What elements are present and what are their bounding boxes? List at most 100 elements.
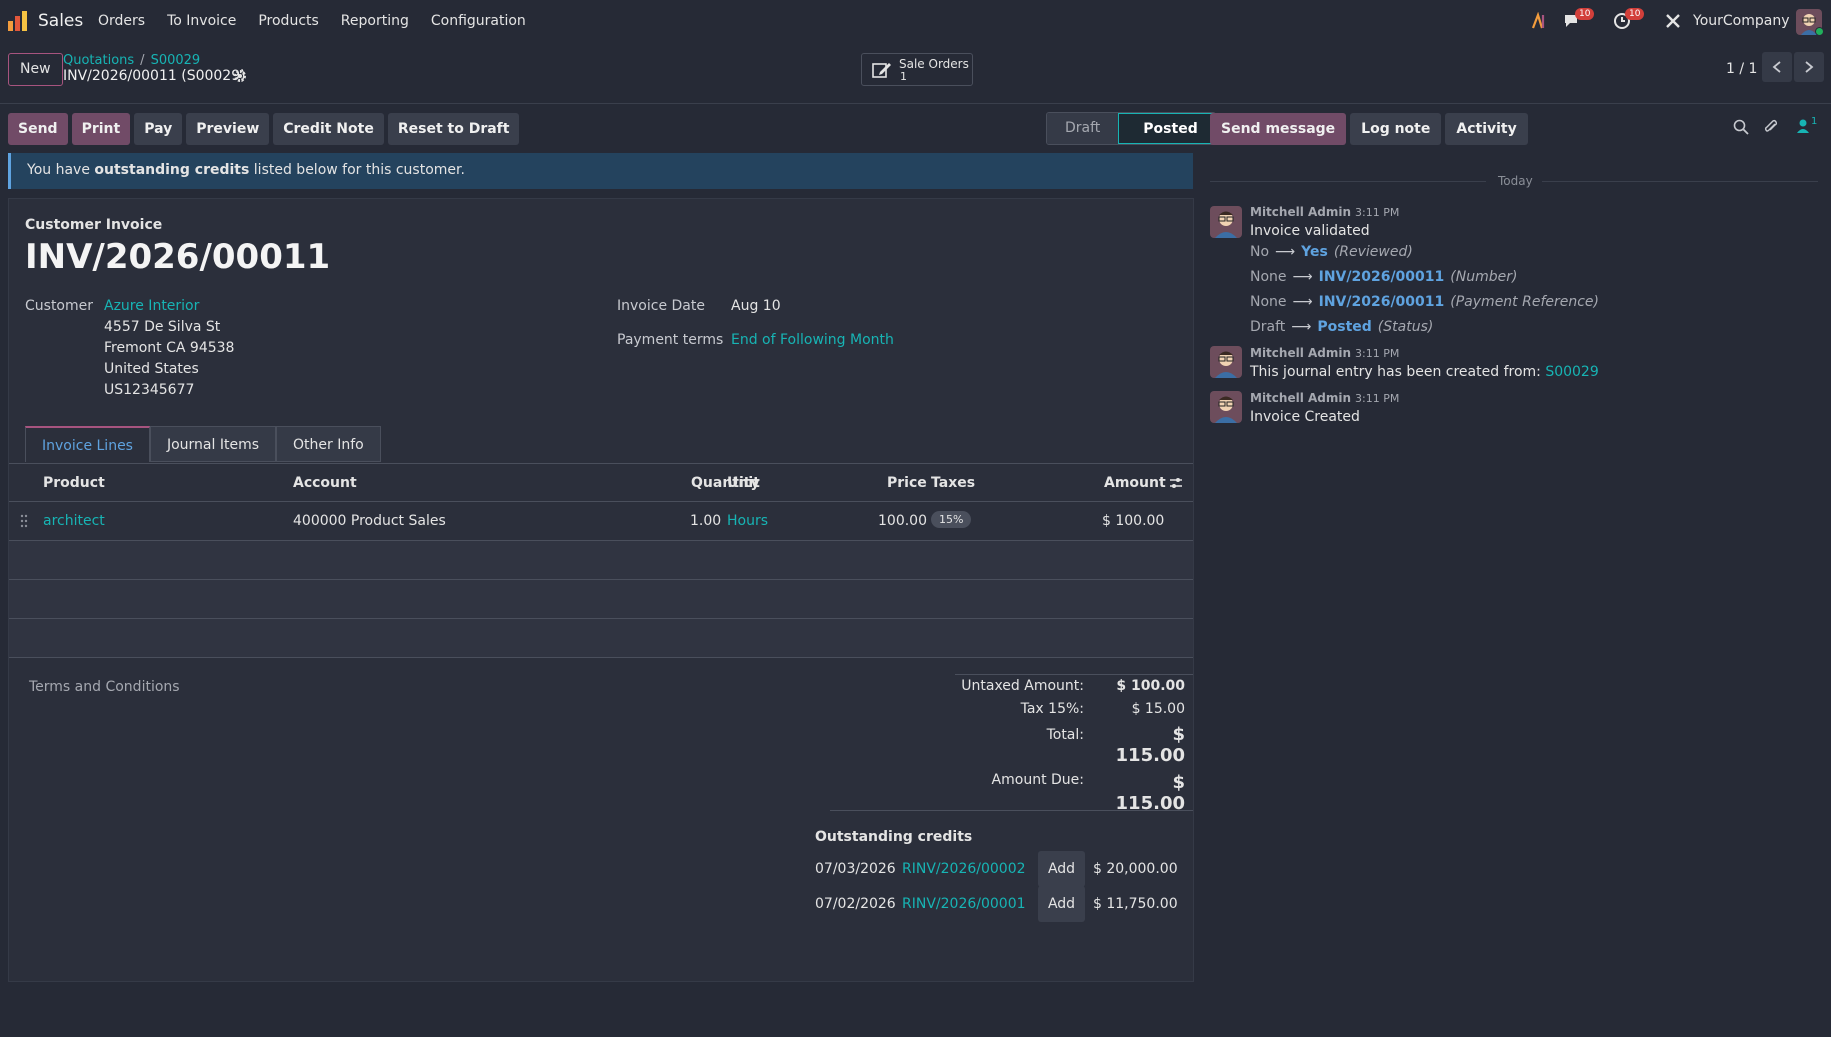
preview-button[interactable]: Preview bbox=[186, 113, 270, 145]
messages-icon[interactable]: 10 bbox=[1563, 8, 1595, 30]
app-name[interactable]: Sales bbox=[38, 11, 83, 31]
menu-products[interactable]: Products bbox=[258, 13, 318, 29]
col-taxes[interactable]: Taxes bbox=[931, 475, 975, 491]
activities-clock-icon[interactable]: 10 bbox=[1613, 8, 1645, 30]
tab-invoice-lines[interactable]: Invoice Lines bbox=[25, 426, 150, 462]
menu-configuration[interactable]: Configuration bbox=[431, 13, 526, 29]
address-line: United States bbox=[104, 361, 199, 377]
menu-reporting[interactable]: Reporting bbox=[341, 13, 409, 29]
drag-handle-icon[interactable] bbox=[20, 514, 28, 528]
tracking-value: None ⟶ INV/2026/00011 (Payment Reference) bbox=[1250, 294, 1600, 310]
document-type: Customer Invoice bbox=[25, 217, 163, 233]
print-button[interactable]: Print bbox=[71, 113, 131, 145]
col-product[interactable]: Product bbox=[43, 475, 105, 491]
breadcrumb-order[interactable]: S00029 bbox=[151, 53, 201, 68]
tab-journal-items[interactable]: Journal Items bbox=[149, 426, 277, 462]
tracking-old: None bbox=[1250, 269, 1287, 285]
menu-orders[interactable]: Orders bbox=[98, 13, 145, 29]
ai-icon[interactable] bbox=[1531, 12, 1549, 30]
send-message-button[interactable]: Send message bbox=[1210, 113, 1347, 145]
col-unit[interactable]: Unit bbox=[727, 475, 760, 491]
pay-button[interactable]: Pay bbox=[134, 113, 183, 145]
totals-divider bbox=[955, 674, 1193, 675]
total-label: Total: bbox=[1046, 727, 1084, 743]
empty-row[interactable] bbox=[9, 541, 1193, 580]
tracking-old: No bbox=[1250, 244, 1270, 260]
pager-value[interactable]: 1 / 1 bbox=[1726, 61, 1757, 77]
new-button[interactable]: New bbox=[8, 53, 63, 86]
tab-other-info[interactable]: Other Info bbox=[276, 426, 381, 462]
payment-terms-value[interactable]: End of Following Month bbox=[731, 332, 894, 348]
line-tax-badge[interactable]: 15% bbox=[931, 511, 972, 528]
messages-count-badge: 10 bbox=[1575, 8, 1595, 20]
tracking-value: None ⟶ INV/2026/00011 (Number) bbox=[1250, 269, 1518, 285]
activity-button[interactable]: Activity bbox=[1445, 113, 1528, 145]
author-name[interactable]: Mitchell Admin bbox=[1250, 391, 1351, 405]
followers-icon[interactable] bbox=[1796, 118, 1810, 134]
outstanding-credits-title: Outstanding credits bbox=[815, 829, 973, 845]
send-button[interactable]: Send bbox=[8, 113, 68, 145]
log-note-button[interactable]: Log note bbox=[1350, 113, 1442, 145]
tracking-field: (Number) bbox=[1450, 269, 1518, 285]
date-separator-label: Today bbox=[1498, 174, 1533, 188]
credit-date: 07/03/2026 bbox=[815, 861, 896, 877]
add-credit-button[interactable]: Add bbox=[1038, 886, 1085, 922]
pager-next-button[interactable] bbox=[1794, 52, 1824, 82]
avatar[interactable] bbox=[1210, 206, 1242, 238]
invoice-date-value[interactable]: Aug 10 bbox=[731, 298, 781, 314]
message-author[interactable]: Mitchell Admin 3:11 PM bbox=[1250, 391, 1399, 405]
search-icon[interactable] bbox=[1733, 119, 1749, 135]
sale-orders-smart-button[interactable]: Sale Orders 1 bbox=[861, 53, 973, 86]
customer-link[interactable]: Azure Interior bbox=[104, 298, 199, 314]
tracking-field: (Status) bbox=[1377, 319, 1434, 335]
gear-icon[interactable] bbox=[233, 69, 247, 83]
avatar[interactable] bbox=[1210, 391, 1242, 423]
credit-reference[interactable]: RINV/2026/00001 bbox=[902, 896, 1026, 912]
table-row[interactable]: architect 400000 Product Sales 1.00 Hour… bbox=[9, 502, 1193, 541]
sales-app-icon[interactable] bbox=[7, 10, 29, 32]
menu-to-invoice[interactable]: To Invoice bbox=[167, 13, 236, 29]
breadcrumb: Quotations / S00029 bbox=[63, 53, 201, 68]
amount-due-label: Amount Due: bbox=[991, 772, 1084, 788]
credit-date: 07/02/2026 bbox=[815, 896, 896, 912]
chevron-right-icon bbox=[1805, 61, 1814, 73]
tracking-new: Yes bbox=[1301, 244, 1328, 260]
main-menu: Orders To Invoice Products Reporting Con… bbox=[98, 13, 548, 29]
message-body: This journal entry has been created from… bbox=[1250, 364, 1599, 380]
author-name[interactable]: Mitchell Admin bbox=[1250, 346, 1351, 360]
reset-to-draft-button[interactable]: Reset to Draft bbox=[387, 113, 520, 145]
col-account[interactable]: Account bbox=[293, 475, 357, 491]
paperclip-icon[interactable] bbox=[1763, 119, 1779, 135]
col-amount[interactable]: Amount bbox=[1104, 475, 1166, 491]
line-amount: $ 100.00 bbox=[1102, 513, 1165, 529]
line-price[interactable]: 100.00 bbox=[878, 513, 927, 529]
avatar[interactable] bbox=[1210, 346, 1242, 378]
optional-columns-toggle-icon[interactable] bbox=[1169, 476, 1183, 490]
line-quantity[interactable]: 1.00 bbox=[690, 513, 721, 529]
alert-text-post: listed below for this customer. bbox=[249, 162, 465, 178]
col-price[interactable]: Price bbox=[887, 475, 927, 491]
debug-tools-icon[interactable] bbox=[1664, 12, 1682, 30]
amount-due-value: $ 115.00 bbox=[1115, 772, 1185, 814]
line-account[interactable]: 400000 Product Sales bbox=[293, 513, 446, 529]
tracking-old: Draft bbox=[1250, 319, 1286, 335]
empty-row[interactable] bbox=[9, 580, 1193, 619]
company-switcher[interactable]: YourCompany bbox=[1693, 13, 1790, 29]
line-unit[interactable]: Hours bbox=[727, 513, 768, 529]
credit-amount: $ 20,000.00 bbox=[1093, 861, 1178, 877]
message-author[interactable]: Mitchell Admin 3:11 PM bbox=[1250, 346, 1399, 360]
add-credit-button[interactable]: Add bbox=[1038, 851, 1085, 887]
line-product[interactable]: architect bbox=[43, 513, 105, 529]
credit-note-button[interactable]: Credit Note bbox=[273, 113, 384, 145]
status-posted[interactable]: Posted bbox=[1118, 113, 1215, 144]
author-name[interactable]: Mitchell Admin bbox=[1250, 205, 1351, 219]
credit-reference[interactable]: RINV/2026/00002 bbox=[902, 861, 1026, 877]
breadcrumb-quotations[interactable]: Quotations bbox=[63, 53, 134, 68]
empty-row[interactable] bbox=[9, 619, 1193, 658]
terms-and-conditions-field[interactable]: Terms and Conditions bbox=[29, 679, 180, 695]
status-bar: Draft Posted bbox=[1046, 112, 1216, 145]
status-draft[interactable]: Draft bbox=[1047, 113, 1119, 144]
source-order-link[interactable]: S00029 bbox=[1545, 364, 1598, 380]
message-author[interactable]: Mitchell Admin 3:11 PM bbox=[1250, 205, 1399, 219]
pager-previous-button[interactable] bbox=[1762, 52, 1792, 82]
